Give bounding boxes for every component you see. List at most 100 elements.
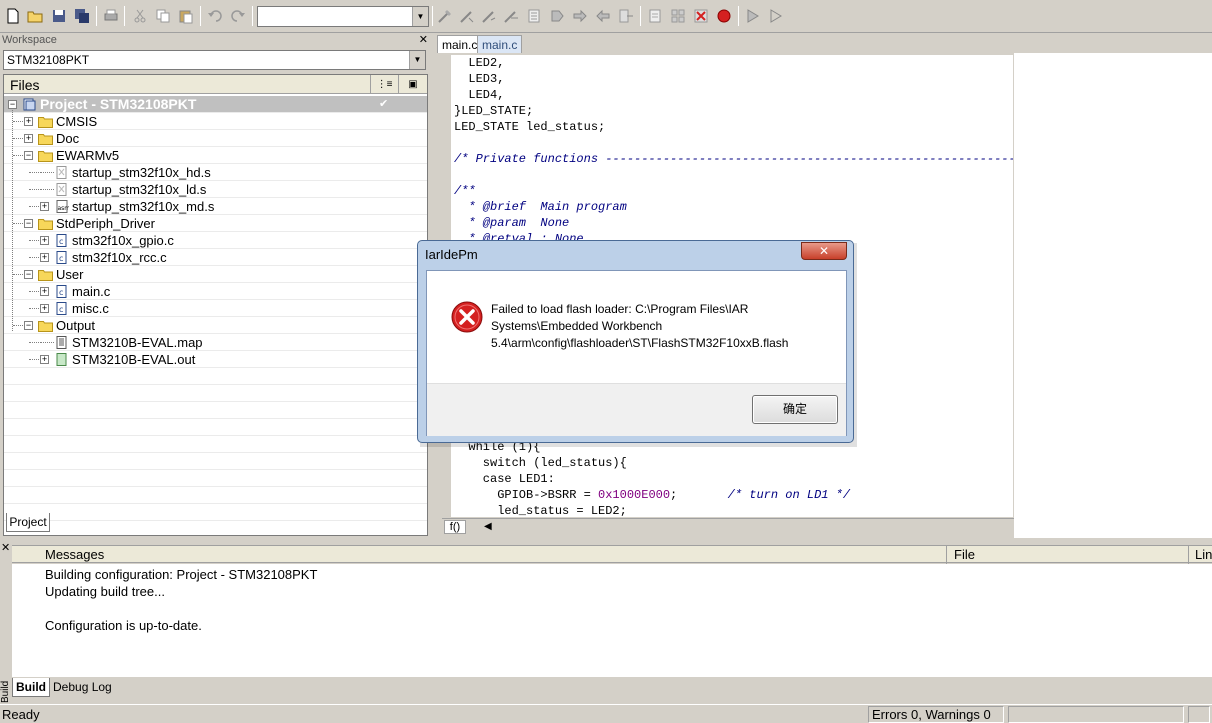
navigate-forward-icon[interactable] [571,6,589,26]
expand-icon[interactable]: + [24,134,33,143]
make-icon[interactable] [669,6,687,26]
close-icon[interactable]: ✕ [1,541,10,554]
collapse-icon[interactable]: − [24,321,33,330]
tab-main-c[interactable]: main.c [437,35,483,53]
code-line[interactable]: LED4, [454,87,504,103]
folder-icon [38,151,53,162]
code-line[interactable]: * @brief Main program [454,199,626,215]
stop-build-icon[interactable] [692,6,710,26]
code-line[interactable]: LED3, [454,71,504,87]
undo-icon[interactable] [206,6,224,26]
chevron-down-icon[interactable]: ▼ [412,7,428,26]
tab-project[interactable]: Project [6,513,50,532]
new-file-icon[interactable] [4,6,22,26]
code-line[interactable]: switch (led_status){ [454,455,627,471]
expand-icon[interactable]: + [40,304,49,313]
file-column-header[interactable]: File [954,547,975,562]
tree-row[interactable]: + c main.c [4,283,427,300]
function-navigator-button[interactable]: f() [444,520,466,534]
code-line[interactable]: }LED_STATE; [454,103,533,119]
collapse-icon[interactable]: − [24,270,33,279]
toggle-bookmark-icon[interactable] [436,6,454,26]
tab-main-c-active[interactable]: main.c [477,35,523,53]
bookmark-next-icon[interactable] [458,6,476,26]
line-column-header[interactable]: Line [1195,547,1212,562]
expand-icon[interactable]: + [40,355,49,364]
code-line[interactable]: * @param None [454,215,569,231]
tree-row[interactable]: + CMSIS [4,113,427,130]
open-folder-icon[interactable] [26,6,44,26]
copy-icon[interactable] [154,6,172,26]
chevron-down-icon[interactable]: ▼ [409,51,425,69]
tree-row[interactable]: + asm startup_stm32f10x_md.s [4,198,427,215]
go-to-icon[interactable] [548,6,566,26]
print-icon[interactable] [102,6,120,26]
tree-row[interactable]: STM3210B-EVAL.map [4,334,427,351]
code-line[interactable]: /* Private functions -------------------… [454,151,1013,167]
tree-row[interactable]: + c stm32f10x_gpio.c [4,232,427,249]
expand-icon[interactable]: + [40,202,49,211]
bookmark-prev-icon[interactable] [480,6,498,26]
expand-icon[interactable]: + [40,287,49,296]
tree-row[interactable]: − Output [4,317,427,334]
tree-item-label: CMSIS [56,114,98,129]
messages-column-header[interactable]: Messages [45,547,104,562]
message-line[interactable]: Updating build tree... [45,584,165,599]
redo-icon[interactable] [229,6,247,26]
tree-row[interactable]: startup_stm32f10x_ld.s [4,181,427,198]
find-in-files-icon[interactable] [525,6,543,26]
code-line[interactable]: /** [454,183,476,199]
expand-icon[interactable]: + [24,117,33,126]
output-column-icon[interactable]: ▣ [398,75,427,94]
ok-button[interactable]: 确定 [752,395,838,424]
save-all-icon[interactable] [73,6,91,26]
debug-without-download-icon[interactable] [767,6,785,26]
collapse-icon[interactable]: − [24,151,33,160]
tree-row[interactable]: + c misc.c [4,300,427,317]
code-line[interactable]: case LED1: [454,471,555,487]
navigate-next-icon[interactable] [617,6,635,26]
tree-row[interactable]: − User [4,266,427,283]
compile-icon[interactable] [646,6,664,26]
toggle-breakpoint-icon[interactable] [715,6,733,26]
horizontal-scrollbar[interactable]: f() ◀ [442,518,1014,534]
dialog-close-button[interactable]: ✕ [801,242,847,260]
expand-icon[interactable]: + [40,253,49,262]
tree-item-label: misc.c [72,301,109,316]
message-line[interactable]: Building configuration: Project - STM321… [45,567,317,582]
collapse-icon[interactable]: − [24,219,33,228]
configuration-select[interactable]: STM32108PKT ▼ [3,50,426,70]
tree-row[interactable]: − StdPeriph_Driver [4,215,427,232]
save-icon[interactable] [50,6,68,26]
tab-debug-log[interactable]: Debug Log [50,678,115,697]
expand-icon[interactable]: + [40,236,49,245]
status-bar: Ready Errors 0, Warnings 0 [0,704,1212,723]
navigate-back-icon[interactable] [594,6,612,26]
cut-icon[interactable] [131,6,149,26]
tree-row[interactable]: + c stm32f10x_rcc.c [4,249,427,266]
tree-row[interactable]: + Doc [4,130,427,147]
find-combo[interactable]: ▼ [257,6,429,27]
collapse-icon[interactable]: − [8,100,17,109]
debug-icon[interactable] [744,6,762,26]
tree-row[interactable]: startup_stm32f10x_hd.s [4,164,427,181]
files-column-header[interactable]: Files [10,77,40,93]
options-column-icon[interactable]: ⋮≡ [370,75,398,94]
bookmark-clear-icon[interactable] [502,6,520,26]
dialog-footer: 确定 [427,383,846,436]
tree-row-project[interactable]: − Project - STM32108PKT ✔ [4,96,427,113]
code-line[interactable]: LED2, [454,55,504,71]
tree-row[interactable]: + STM3210B-EVAL.out [4,351,427,368]
close-icon[interactable]: ✕ [419,33,428,46]
scroll-left-icon[interactable]: ◀ [484,521,492,532]
paste-icon[interactable] [177,6,195,26]
svg-text:c: c [59,288,63,297]
message-line[interactable]: Configuration is up-to-date. [45,618,202,633]
dialog-content: Failed to load flash loader: C:\Program … [426,270,847,436]
code-line[interactable]: led_status = LED2; [454,503,627,517]
asm-file-icon: asm [56,200,69,213]
tree-row[interactable]: − EWARMv5 [4,147,427,164]
code-line[interactable]: LED_STATE led_status; [454,119,605,135]
tab-build[interactable]: Build [12,678,50,697]
code-line[interactable]: GPIOB->BSRR = 0x1000E000; /* turn on LD1… [454,487,850,503]
